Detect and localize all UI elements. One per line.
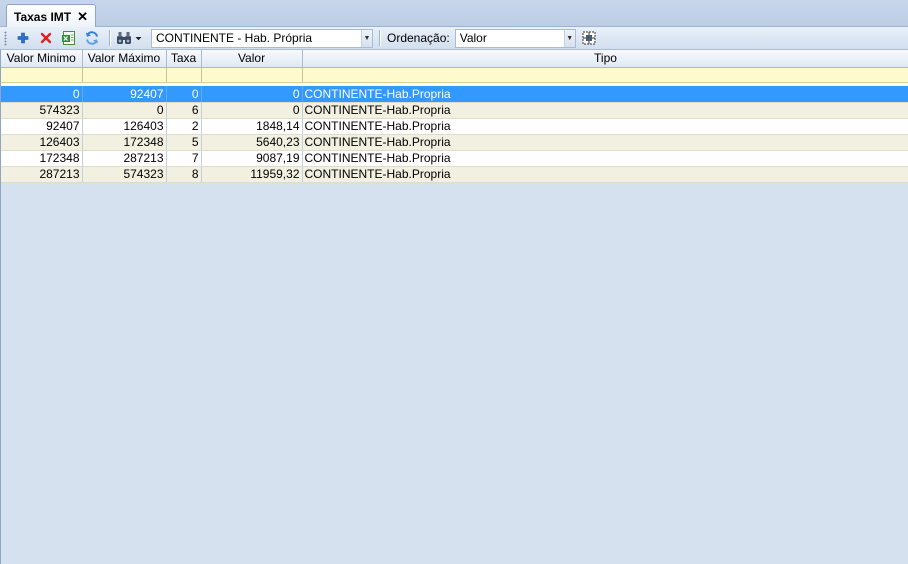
cell-valor-maximo: 0 — [82, 102, 167, 119]
toolbar-separator — [379, 30, 380, 46]
column-header-tipo[interactable]: Tipo — [302, 50, 908, 68]
cell-taxa: 8 — [166, 166, 202, 183]
table-row[interactable]: 92407 126403 2 1848,14 CONTINENTE-Hab.Pr… — [1, 118, 908, 135]
cell-valor-minimo: 126403 — [1, 134, 83, 151]
sort-combo-value: Valor — [459, 31, 487, 45]
column-header-valor[interactable]: Valor — [201, 50, 303, 68]
filter-cell-taxa[interactable] — [166, 67, 202, 83]
excel-icon — [62, 31, 75, 45]
cell-tipo: CONTINENTE-Hab.Propria — [302, 134, 908, 151]
table-row[interactable]: 0 92407 0 0 CONTINENTE-Hab.Propria — [1, 86, 908, 103]
binoculars-icon — [117, 32, 131, 44]
refresh-icon — [85, 31, 99, 45]
cell-valor: 5640,23 — [201, 134, 303, 151]
cell-valor-minimo: 574323 — [1, 102, 83, 119]
cell-tipo: CONTINENTE-Hab.Propria — [302, 102, 908, 119]
cell-valor-minimo: 172348 — [1, 150, 83, 167]
cell-tipo: CONTINENTE-Hab.Propria — [302, 118, 908, 135]
toolbar-grip[interactable] — [4, 30, 7, 46]
cell-taxa: 0 — [166, 86, 202, 103]
export-excel-button[interactable] — [59, 29, 79, 47]
cell-taxa: 2 — [166, 118, 202, 135]
cell-valor-maximo: 92407 — [82, 86, 167, 103]
grid-layout-icon — [582, 31, 596, 45]
cell-valor-maximo: 574323 — [82, 166, 167, 183]
delete-x-icon — [40, 32, 52, 44]
column-header-taxa[interactable]: Taxa — [166, 50, 202, 68]
cell-taxa: 7 — [166, 150, 202, 167]
column-header-valor-maximo[interactable]: Valor Máximo — [82, 50, 167, 68]
cell-valor-minimo: 92407 — [1, 118, 83, 135]
tab-taxas-imt[interactable]: Taxas IMT ✕ — [6, 4, 97, 28]
cell-valor-maximo: 287213 — [82, 150, 167, 167]
cell-tipo: CONTINENTE-Hab.Propria — [302, 86, 908, 103]
cell-valor-maximo: 126403 — [82, 118, 167, 135]
cell-valor: 1848,14 — [201, 118, 303, 135]
plus-icon — [17, 32, 29, 44]
cell-taxa: 5 — [166, 134, 202, 151]
filter-cell-valor-maximo[interactable] — [82, 67, 167, 83]
filter-cell-valor-minimo[interactable] — [1, 67, 83, 83]
cell-valor-maximo: 172348 — [82, 134, 167, 151]
sort-combo[interactable]: Valor ▼ — [454, 28, 576, 48]
column-header-valor-minimo[interactable]: Valor Minimo — [1, 50, 83, 68]
table-row[interactable]: 172348 287213 7 9087,19 CONTINENTE-Hab.P… — [1, 150, 908, 167]
combo-dropdown-icon[interactable]: ▼ — [563, 29, 575, 47]
chevron-down-icon — [135, 36, 142, 40]
filter-combo[interactable]: CONTINENTE - Hab. Própria ▼ — [151, 28, 373, 48]
cell-tipo: CONTINENTE-Hab.Propria — [302, 166, 908, 183]
tab-title: Taxas IMT — [14, 9, 72, 24]
combo-dropdown-icon[interactable]: ▼ — [361, 29, 372, 47]
cell-valor: 11959,32 — [201, 166, 303, 183]
sort-label: Ordenação: — [387, 31, 450, 45]
close-tab-icon[interactable]: ✕ — [77, 10, 88, 23]
cell-valor: 0 — [201, 102, 303, 119]
cell-valor: 9087,19 — [201, 150, 303, 167]
add-button[interactable] — [13, 29, 33, 47]
data-table: Valor Minimo Valor Máximo Taxa Valor Tip… — [1, 50, 908, 183]
delete-button[interactable] — [36, 29, 56, 47]
document-tab-strip: Taxas IMT ✕ — [0, 0, 908, 28]
filter-cell-tipo[interactable] — [302, 67, 908, 83]
find-dropdown-button[interactable] — [114, 29, 144, 47]
cell-taxa: 6 — [166, 102, 202, 119]
refresh-button[interactable] — [82, 29, 102, 47]
cell-valor-minimo: 287213 — [1, 166, 83, 183]
layout-button[interactable] — [579, 29, 599, 47]
cell-tipo: CONTINENTE-Hab.Propria — [302, 150, 908, 167]
filter-combo-value: CONTINENTE - Hab. Própria — [156, 31, 313, 45]
table-row[interactable]: 574323 0 6 0 CONTINENTE-Hab.Propria — [1, 102, 908, 119]
filter-cell-valor[interactable] — [201, 67, 303, 83]
toolbar: CONTINENTE - Hab. Própria ▼ Ordenação: V… — [0, 27, 908, 50]
cell-valor-minimo: 0 — [1, 86, 83, 103]
data-grid: Valor Minimo Valor Máximo Taxa Valor Tip… — [0, 50, 908, 564]
cell-valor: 0 — [201, 86, 303, 103]
table-row[interactable]: 287213 574323 8 11959,32 CONTINENTE-Hab.… — [1, 166, 908, 183]
table-row[interactable]: 126403 172348 5 5640,23 CONTINENTE-Hab.P… — [1, 134, 908, 151]
toolbar-separator — [109, 30, 110, 46]
